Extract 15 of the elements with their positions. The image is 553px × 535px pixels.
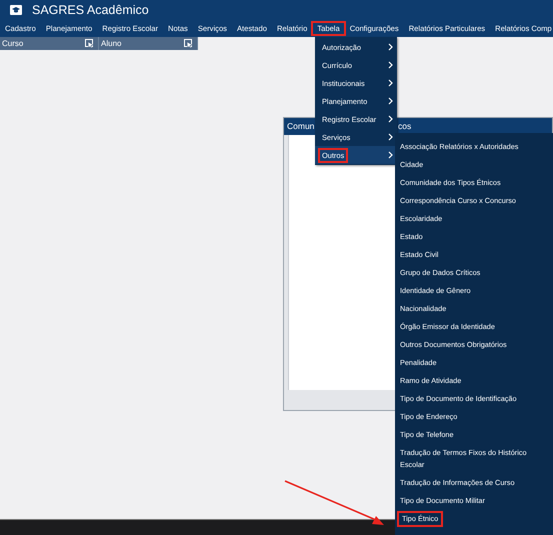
chevron-right-icon — [388, 43, 393, 51]
chevron-right-icon — [388, 115, 393, 123]
window-title: Comun — [287, 121, 314, 131]
chevron-right-icon — [388, 79, 393, 87]
chevron-right-icon — [388, 133, 393, 141]
chevron-right-icon — [388, 97, 393, 105]
expand-icon[interactable] — [184, 39, 193, 48]
chevron-right-icon — [388, 151, 393, 159]
window-title: cos — [398, 121, 412, 131]
graduation-cap-icon — [10, 5, 22, 15]
panel-title: Aluno — [101, 39, 122, 48]
expand-icon[interactable] — [85, 39, 94, 48]
panel-title: Curso — [2, 39, 24, 48]
chevron-right-icon — [388, 61, 393, 69]
window-title: SAGRES Acadêmico — [32, 3, 149, 17]
